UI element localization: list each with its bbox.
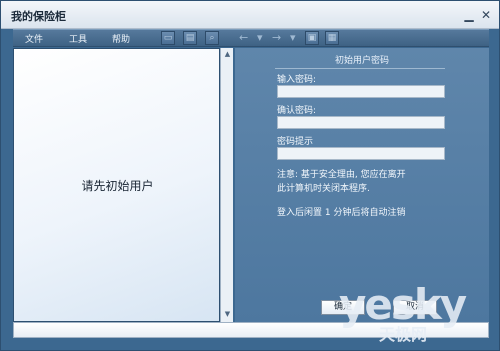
menu-bar: 文件 工具 帮助 ▭ ▤ ⌕ ← ▾ → ▾ ▣ ▦ <box>13 29 489 47</box>
init-user-message: 请先初始用户 <box>81 179 154 193</box>
menu-tools[interactable]: 工具 <box>69 32 87 45</box>
security-note-line2: 此计算机时关闭本程序. <box>277 184 370 194</box>
scroll-down-icon[interactable]: ▼ <box>222 309 233 320</box>
menu-file[interactable]: 文件 <box>25 32 43 45</box>
scroll-up-icon[interactable]: ▲ <box>222 49 233 60</box>
minimize-icon[interactable]: ▁ <box>462 8 476 22</box>
watermark-logo-cn: 天极网 <box>379 325 428 344</box>
app-window: 我的保险柜 ▁ ✕ 文件 工具 帮助 ▭ ▤ ⌕ ← ▾ → ▾ ▣ ▦ 请先初… <box>0 0 500 351</box>
vertical-scrollbar[interactable]: ▲ ▼ <box>220 48 233 322</box>
security-note-line1: 注意: 基于安全理由, 您应在离开 <box>277 170 406 180</box>
password-hint-input[interactable] <box>277 147 445 160</box>
password-hint-label: 密码提示 <box>277 137 314 147</box>
back-icon[interactable]: ← <box>239 31 248 44</box>
security-note: 注意: 基于安全理由, 您应在离开 此计算机时关闭本程序. <box>277 168 447 196</box>
confirm-password-input[interactable] <box>277 116 445 129</box>
tool-view-icon[interactable]: ▦ <box>325 31 339 45</box>
tool-delete-icon[interactable]: ▤ <box>183 31 197 45</box>
tool-folder-icon[interactable]: ▣ <box>305 31 319 45</box>
panel-title: 初始用户密码 <box>334 56 389 66</box>
close-icon[interactable]: ✕ <box>479 8 493 22</box>
title-divider <box>275 68 445 69</box>
chevron-down-icon[interactable]: ▾ <box>290 31 296 44</box>
menu-help[interactable]: 帮助 <box>112 32 130 45</box>
title-bar: 我的保险柜 ▁ ✕ <box>1 1 499 29</box>
chevron-down-icon[interactable]: ▾ <box>257 31 263 44</box>
tool-search-icon[interactable]: ⌕ <box>205 31 219 45</box>
password-input[interactable] <box>277 85 445 98</box>
password-label: 输入密码: <box>277 75 317 85</box>
auto-logout-note: 登入后闲置 1 分钟后将自动注销 <box>277 208 406 218</box>
left-panel: 请先初始用户 <box>13 48 220 322</box>
confirm-password-label: 确认密码: <box>277 106 317 116</box>
forward-icon[interactable]: → <box>272 31 281 44</box>
window-title: 我的保险柜 <box>11 10 66 23</box>
tool-new-icon[interactable]: ▭ <box>161 31 175 45</box>
